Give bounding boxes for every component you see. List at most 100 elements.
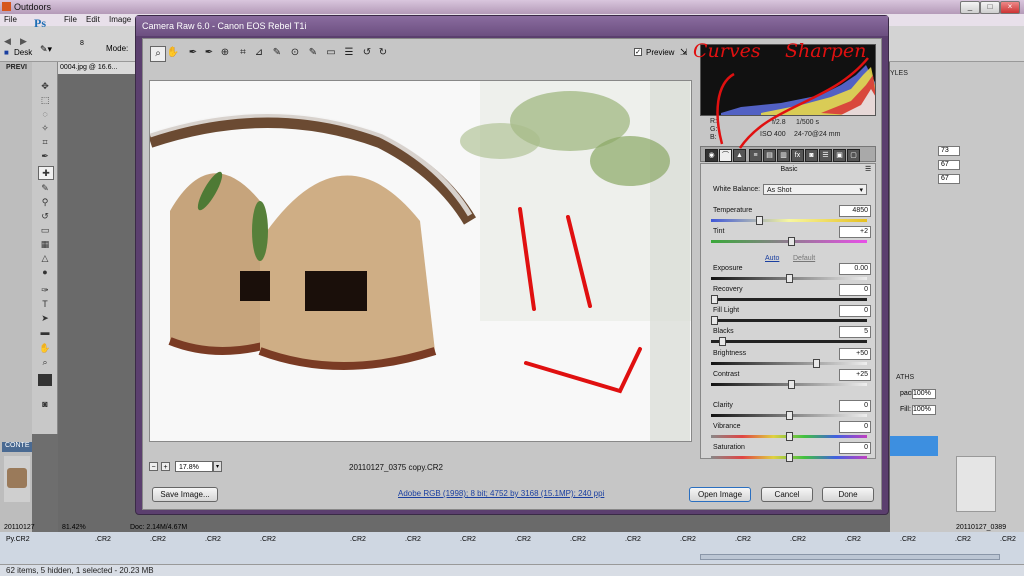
done-button[interactable]: Done	[822, 487, 874, 502]
opacity-field[interactable]: 100%	[912, 389, 936, 399]
preview-tab[interactable]: PREVI	[6, 64, 27, 71]
fullscreen-icon[interactable]: ⇲	[680, 47, 688, 58]
blur-tool-icon[interactable]: △	[38, 252, 52, 264]
hand-tool-icon[interactable]: ✋	[38, 342, 52, 354]
document-tab[interactable]: 0004.jpg @ 16.6...	[58, 62, 135, 74]
eyedropper-tool-icon[interactable]: ✒	[38, 150, 52, 162]
slider-thumb[interactable]	[786, 432, 793, 441]
rotate-right-icon[interactable]: ↻	[376, 46, 390, 60]
white-balance-select[interactable]: As Shot ▾	[763, 184, 867, 195]
graduated-filter-icon[interactable]: ▭	[324, 46, 338, 60]
slider-track[interactable]	[711, 337, 867, 346]
crop-tool-icon[interactable]: ⌗	[38, 136, 52, 148]
panel-menu-icon[interactable]: ☰	[865, 165, 871, 173]
slider-thumb[interactable]	[786, 411, 793, 420]
contents-tab[interactable]: CONTE	[2, 442, 32, 452]
slider-thumb[interactable]	[719, 337, 726, 346]
slider-track[interactable]	[711, 380, 867, 389]
spot-removal-tool-icon[interactable]: ✎	[270, 46, 284, 60]
doc-zoom[interactable]: 81.42%	[62, 524, 86, 531]
cancel-button[interactable]: Cancel	[761, 487, 813, 502]
slider-track[interactable]	[711, 237, 867, 246]
slider-track[interactable]	[711, 295, 867, 304]
preview-image[interactable]	[149, 80, 692, 442]
slider-value-field[interactable]: +2	[839, 226, 871, 238]
slider-track[interactable]	[711, 432, 867, 441]
zoom-in-button[interactable]: +	[161, 462, 170, 471]
zoom-tool-icon[interactable]: ⌕	[38, 356, 52, 368]
slider-value-field[interactable]: 0	[839, 284, 871, 296]
menu-image[interactable]: Image	[109, 15, 131, 24]
slider-track[interactable]	[711, 359, 867, 368]
color-g-value[interactable]: 67	[938, 160, 960, 170]
slider-value-field[interactable]: 5	[839, 326, 871, 338]
slider-thumb[interactable]	[756, 216, 763, 225]
zoom-level-field[interactable]: 17.8%	[175, 461, 213, 472]
targeted-adjustment-tool-icon[interactable]: ⊕	[218, 46, 232, 60]
brush-tool-preset-icon[interactable]: ✎▾	[40, 44, 52, 55]
thumbnail-size-slider[interactable]	[700, 554, 1000, 560]
slider-track[interactable]	[711, 274, 867, 283]
slider-value-field[interactable]: +25	[839, 369, 871, 381]
minimize-button[interactable]: _	[960, 1, 980, 14]
back-arrow-icon[interactable]: ◀	[4, 36, 14, 46]
slider-value-field[interactable]: 0.00	[839, 263, 871, 275]
shape-tool-icon[interactable]: ▬	[38, 326, 52, 338]
crop-tool-icon[interactable]: ⌗	[236, 46, 250, 60]
straighten-tool-icon[interactable]: ⊿	[252, 46, 266, 60]
red-eye-tool-icon[interactable]: ⊙	[288, 46, 302, 60]
desktop-icon[interactable]: ■	[4, 48, 9, 57]
move-tool-icon[interactable]: ✥	[38, 80, 52, 92]
paths-tab[interactable]: ATHS	[896, 374, 914, 381]
dodge-tool-icon[interactable]: ●	[38, 266, 52, 278]
slider-value-field[interactable]: 4850	[839, 205, 871, 217]
zoom-tool-icon[interactable]: ⌕	[150, 46, 166, 62]
slider-value-field[interactable]: 0	[839, 421, 871, 433]
brush-tool-icon[interactable]: ✎	[38, 182, 52, 194]
brush-size[interactable]: 8	[80, 40, 84, 47]
zoom-dropdown-icon[interactable]: ▾	[213, 461, 222, 472]
quick-selection-tool-icon[interactable]: ✧	[38, 122, 52, 134]
workflow-options-link[interactable]: Adobe RGB (1998); 8 bit; 4752 by 3168 (1…	[398, 489, 604, 498]
slider-value-field[interactable]: 0	[839, 305, 871, 317]
selected-layer-row[interactable]	[890, 436, 938, 456]
hand-tool-icon[interactable]: ✋	[166, 46, 180, 60]
zoom-out-button[interactable]: −	[149, 462, 158, 471]
slider-track[interactable]	[711, 453, 867, 462]
slider-thumb[interactable]	[711, 295, 718, 304]
color-b-value[interactable]: 67	[938, 174, 960, 184]
lasso-tool-icon[interactable]: ◌	[38, 108, 52, 120]
slider-thumb[interactable]	[813, 359, 820, 368]
healing-brush-tool-icon[interactable]: ✚	[38, 166, 54, 180]
styles-tab[interactable]: YLES	[890, 70, 910, 77]
save-image-button[interactable]: Save Image...	[152, 487, 218, 502]
slider-thumb[interactable]	[788, 237, 795, 246]
slider-value-field[interactable]: 0	[839, 442, 871, 454]
slider-value-field[interactable]: +50	[839, 348, 871, 360]
white-balance-tool-icon[interactable]: ✒	[186, 46, 200, 60]
slider-thumb[interactable]	[786, 274, 793, 283]
left-thumbnail[interactable]	[4, 456, 30, 502]
close-button[interactable]: ×	[1000, 1, 1020, 14]
eraser-tool-icon[interactable]: ▭	[38, 224, 52, 236]
color-r-value[interactable]: 73	[938, 146, 960, 156]
adjustment-brush-icon[interactable]: ✎	[306, 46, 320, 60]
slider-thumb[interactable]	[711, 316, 718, 325]
auto-link[interactable]: Auto	[765, 255, 779, 262]
forward-arrow-icon[interactable]: ▶	[20, 36, 30, 46]
marquee-tool-icon[interactable]: ⬚	[38, 94, 52, 106]
pen-tool-icon[interactable]: ✑	[38, 284, 52, 296]
slider-thumb[interactable]	[786, 453, 793, 462]
open-image-button[interactable]: Open Image	[689, 487, 751, 502]
slider-track[interactable]	[711, 411, 867, 420]
preview-checkbox[interactable]: ✓	[634, 48, 642, 56]
default-link[interactable]: Default	[793, 255, 815, 262]
menu-file-ps[interactable]: File	[64, 15, 77, 24]
type-tool-icon[interactable]: T	[38, 298, 52, 310]
color-sampler-tool-icon[interactable]: ✒	[202, 46, 216, 60]
right-thumbnail[interactable]	[956, 456, 996, 512]
history-brush-tool-icon[interactable]: ↺	[38, 210, 52, 222]
foreground-color-swatch[interactable]	[38, 374, 52, 386]
maximize-button[interactable]: □	[980, 1, 1000, 14]
rotate-left-icon[interactable]: ↺	[360, 46, 374, 60]
